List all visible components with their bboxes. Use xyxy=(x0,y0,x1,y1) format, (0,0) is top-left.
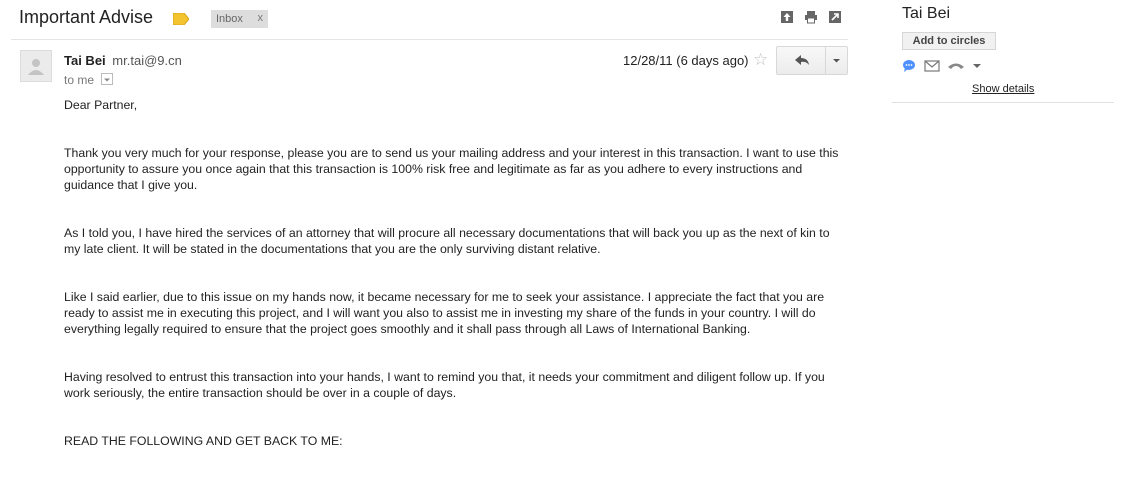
contact-name[interactable]: Tai Bei xyxy=(902,5,950,23)
sender-email: mr.tai@9.cn xyxy=(112,53,182,68)
archive-icon[interactable] xyxy=(780,10,794,24)
chat-icon[interactable] xyxy=(902,59,916,78)
recipient-details-dropdown[interactable] xyxy=(101,73,114,85)
paragraph: Having resolved to entrust this transact… xyxy=(64,370,825,400)
subject-bar: Important Advise Inbox x xyxy=(0,0,860,40)
reply-icon xyxy=(795,55,809,65)
paragraph: Like I said earlier, due to this issue o… xyxy=(64,290,825,336)
greeting: Dear Partner, xyxy=(64,98,138,112)
sidebar-divider xyxy=(892,102,1114,103)
paragraph: Thank you very much for your response, p… xyxy=(64,146,839,192)
phone-icon[interactable] xyxy=(947,59,965,78)
recipient-line: to me xyxy=(64,73,114,87)
email-subject: Important Advise xyxy=(19,7,154,27)
star-icon[interactable]: ☆ xyxy=(753,50,768,70)
remove-label-button[interactable]: x xyxy=(258,12,264,24)
header-divider xyxy=(11,39,848,40)
recipient-text: to me xyxy=(64,73,95,87)
avatar-icon xyxy=(28,59,44,75)
reply-button[interactable] xyxy=(776,46,826,75)
mail-icon[interactable] xyxy=(924,59,940,78)
paragraph: READ THE FOLLOWING AND GET BACK TO ME: xyxy=(64,434,343,448)
sender-avatar[interactable] xyxy=(20,50,52,82)
label-tag-icon[interactable] xyxy=(173,13,189,25)
sender-name[interactable]: Tai Bei xyxy=(64,53,106,68)
sender-line: Tai Bei mr.tai@9.cn xyxy=(64,53,182,68)
print-icon[interactable] xyxy=(804,10,818,24)
show-details-link[interactable]: Show details xyxy=(972,83,1034,95)
inbox-label-chip[interactable]: Inbox x xyxy=(211,10,268,28)
contact-actions xyxy=(902,59,992,75)
more-actions-button[interactable] xyxy=(825,46,848,75)
paragraph: As I told you, I have hired the services… xyxy=(64,226,830,256)
inbox-label-text: Inbox xyxy=(216,13,243,25)
message-body: Dear Partner, Thank you very much for yo… xyxy=(64,97,839,449)
new-window-icon[interactable] xyxy=(828,10,842,24)
chevron-down-icon[interactable] xyxy=(972,59,982,78)
message-date: 12/28/11 (6 days ago) xyxy=(623,53,749,68)
chevron-down-icon xyxy=(104,78,111,82)
add-to-circles-button[interactable]: Add to circles xyxy=(902,32,996,50)
chevron-down-icon xyxy=(833,59,840,63)
